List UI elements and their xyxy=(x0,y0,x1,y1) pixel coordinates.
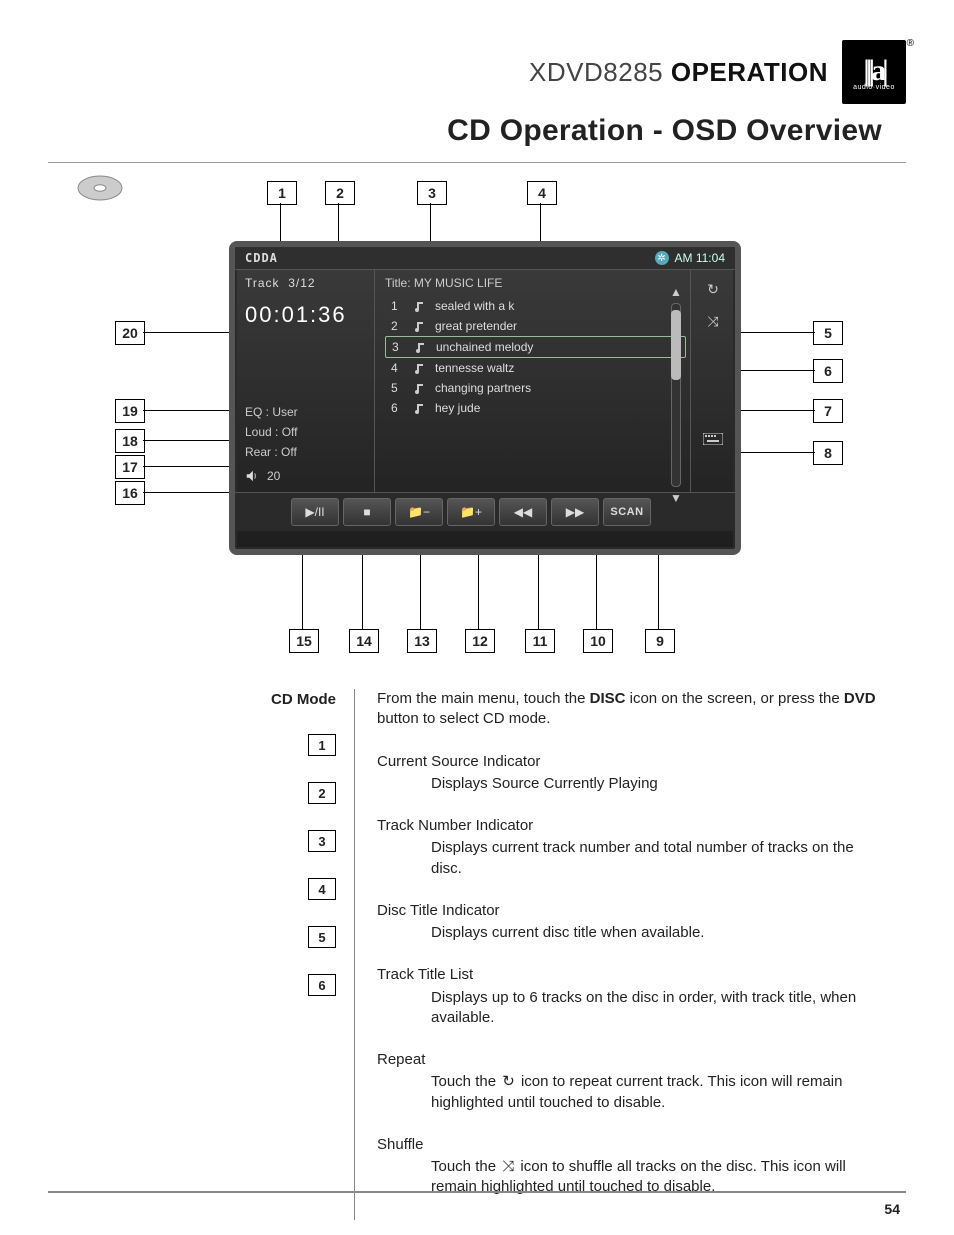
callout-3: 3 xyxy=(417,181,447,205)
divider xyxy=(48,162,906,163)
osd-screen: CDDA ✲ AM 11:04 Track 3/12 00:01:36 EQ :… xyxy=(229,241,741,555)
bluetooth-icon: ✲ xyxy=(655,251,669,265)
legend-first-label: CD Mode xyxy=(271,691,336,708)
osd-diagram: 1 2 3 4 5 6 7 8 20 19 18 17 16 15 14 13 … xyxy=(117,181,837,661)
track-row[interactable]: 6hey jude xyxy=(385,398,686,418)
eq-status: EQ : User xyxy=(245,402,364,422)
legend-item: Disc Title IndicatorDisplays current dis… xyxy=(377,901,888,944)
track-indicator: Track 3/12 xyxy=(245,276,364,290)
play-pause-button[interactable]: ▶/II xyxy=(291,498,339,526)
scrollbar[interactable]: ▲ ▼ xyxy=(667,285,685,505)
legend: CD Mode 1 2 3 4 5 6 From the main menu, … xyxy=(166,689,888,1220)
footer-rule xyxy=(48,1191,906,1193)
keyboard-button[interactable] xyxy=(698,426,728,452)
music-note-icon xyxy=(413,402,425,414)
legend-item: RepeatTouch the ↻ icon to repeat current… xyxy=(377,1050,888,1113)
callout-15: 15 xyxy=(289,629,319,653)
music-note-icon xyxy=(413,300,425,312)
callout-6: 6 xyxy=(813,359,843,383)
header-title: XDVD8285 OPERATION xyxy=(529,57,828,88)
callout-9: 9 xyxy=(645,629,675,653)
callout-2: 2 xyxy=(325,181,355,205)
music-note-icon xyxy=(414,341,426,353)
music-note-icon xyxy=(413,362,425,374)
music-note-icon xyxy=(413,382,425,394)
legend-item: Track Number IndicatorDisplays current t… xyxy=(377,816,888,879)
callout-4: 4 xyxy=(527,181,557,205)
legend-item: ShuffleTouch the ⤨ icon to shuffle all t… xyxy=(377,1135,888,1198)
track-list: 1sealed with a k2great pretender3unchain… xyxy=(385,296,686,418)
shuffle-button[interactable]: ⤨ xyxy=(698,308,728,334)
callout-5: 5 xyxy=(813,321,843,345)
folder-up-button[interactable]: 📁+ xyxy=(447,498,495,526)
callout-7: 7 xyxy=(813,399,843,423)
volume-indicator: 20 xyxy=(245,466,364,486)
repeat-button[interactable]: ↻ xyxy=(698,276,728,302)
callout-19: 19 xyxy=(115,399,145,423)
callout-13: 13 xyxy=(407,629,437,653)
scan-button[interactable]: SCAN xyxy=(603,498,651,526)
elapsed-time: 00:01:36 xyxy=(245,302,364,328)
track-row[interactable]: 3unchained melody xyxy=(385,336,686,358)
loud-status: Loud : Off xyxy=(245,422,364,442)
callout-18: 18 xyxy=(115,429,145,453)
callout-20: 20 xyxy=(115,321,145,345)
callout-8: 8 xyxy=(813,441,843,465)
callout-10: 10 xyxy=(583,629,613,653)
callout-12: 12 xyxy=(465,629,495,653)
rear-status: Rear : Off xyxy=(245,442,364,462)
track-row[interactable]: 4tennesse waltz xyxy=(385,358,686,378)
speaker-icon xyxy=(245,469,259,483)
callout-16: 16 xyxy=(115,481,145,505)
track-row[interactable]: 2great pretender xyxy=(385,316,686,336)
callout-11: 11 xyxy=(525,629,555,653)
legend-item: Track Title ListDisplays up to 6 tracks … xyxy=(377,965,888,1028)
scroll-up-icon[interactable]: ▲ xyxy=(670,285,682,299)
legend-item: Current Source IndicatorDisplays Source … xyxy=(377,752,888,795)
brand-logo: ® |||a| audio·video xyxy=(842,40,906,104)
stop-button[interactable]: ■ xyxy=(343,498,391,526)
track-row[interactable]: 5changing partners xyxy=(385,378,686,398)
callout-1: 1 xyxy=(267,181,297,205)
scroll-down-icon[interactable]: ▼ xyxy=(670,491,682,505)
section-title: CD Operation - OSD Overview xyxy=(48,114,882,148)
callout-14: 14 xyxy=(349,629,379,653)
disc-title: Title: MY MUSIC LIFE xyxy=(385,276,686,290)
track-row[interactable]: 1sealed with a k xyxy=(385,296,686,316)
music-note-icon xyxy=(413,320,425,332)
source-indicator: CDDA xyxy=(245,251,278,265)
clock: ✲ AM 11:04 xyxy=(655,251,725,265)
folder-down-button[interactable]: 📁− xyxy=(395,498,443,526)
legend-cd-mode: From the main menu, touch the DISC icon … xyxy=(377,689,888,730)
rewind-button[interactable]: ◀◀ xyxy=(499,498,547,526)
callout-17: 17 xyxy=(115,455,145,479)
forward-button[interactable]: ▶▶ xyxy=(551,498,599,526)
page-number: 54 xyxy=(884,1201,900,1217)
